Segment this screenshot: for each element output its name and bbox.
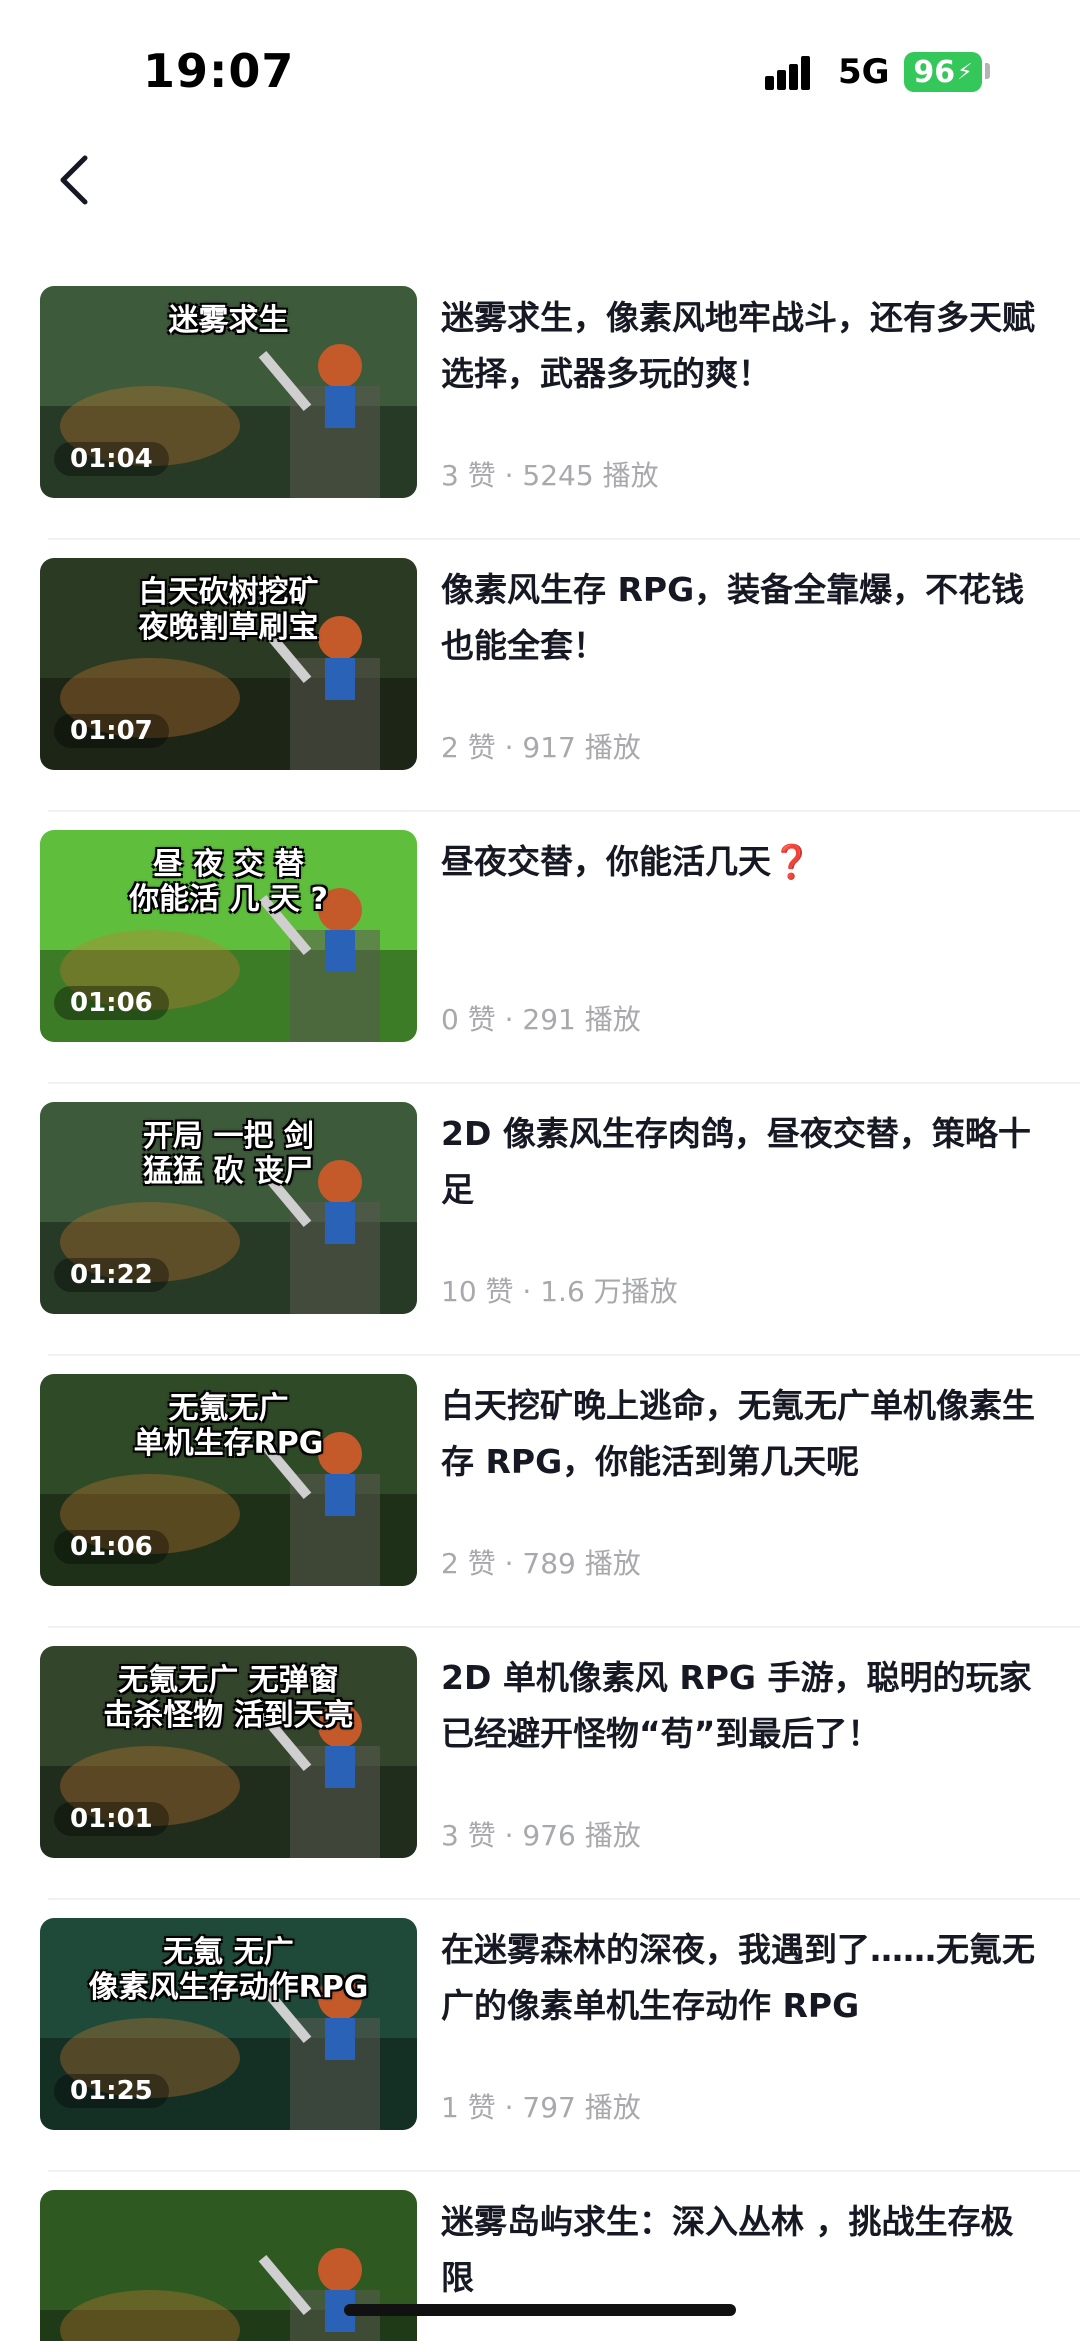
chevron-left-icon [60,155,88,205]
video-list-item[interactable]: 无氪无广 单机生存RPG 01:06 白天挖矿晚上逃命，无氪无广单机像素生存 RPG… [0,1356,1080,1628]
thumbnail-caption: 无氪 无广 像素风生存动作RPG [88,1935,369,2005]
video-title-text: 昼夜交替，你能活几天 [441,842,771,881]
status-time: 19:07 [143,44,295,98]
video-list-item[interactable]: 迷雾求生 01:04 迷雾求生，像素风地牢战斗，还有多天赋选择，武器多玩的爽！ 3 赞… [0,268,1080,540]
video-title-text: 迷雾求生，像素风地牢战斗，还有多天赋选择，武器多玩的爽！ [441,298,1035,393]
video-title[interactable]: 在迷雾森林的深夜，我遇到了……无氪无广的像素单机生存动作 RPG [441,1922,1041,2034]
video-stats: 3 赞 · 5245 播放 [441,459,659,492]
thumbnail-caption: 迷雾求生 [168,303,289,338]
signal-icon [765,56,821,90]
video-thumbnail[interactable]: 迷雾求生 01:04 [40,286,417,498]
network-label: 5G [838,52,890,92]
video-title-text: 像素风生存 RPG，装备全靠爆，不花钱也能全套！ [441,570,1025,665]
video-duration: 01:04 [54,442,169,476]
video-duration: 01:25 [54,2074,169,2108]
video-title-text: 白天挖矿晚上逃命，无氪无广单机像素生存 RPG，你能活到第几天呢 [441,1386,1035,1481]
video-title[interactable]: 白天挖矿晚上逃命，无氪无广单机像素生存 RPG，你能活到第几天呢 [441,1378,1041,1490]
video-duration: 01:07 [54,714,169,748]
video-title[interactable]: 2D 像素风生存肉鸽，昼夜交替，策略十足 [441,1106,1041,1218]
video-duration: 01:06 [54,986,169,1020]
video-title[interactable]: 迷雾求生，像素风地牢战斗，还有多天赋选择，武器多玩的爽！ [441,290,1041,402]
video-thumbnail[interactable]: 无氪无广 无弹窗 击杀怪物 活到天亮 01:01 [40,1646,417,1858]
battery-icon: 96 ⚡ [904,52,982,92]
video-list-item[interactable]: 无氪无广 无弹窗 击杀怪物 活到天亮 01:01 2D 单机像素风 RPG 手游，聪… [0,1628,1080,1900]
video-stats: 2 赞 · 917 播放 [441,731,641,764]
video-list-item[interactable]: 开局 一把 剑 猛猛 砍 丧尸 01:22 2D 像素风生存肉鸽，昼夜交替，策略十足… [0,1084,1080,1356]
thumbnail-caption: 无氪无广 无弹窗 击杀怪物 活到天亮 [103,1663,354,1733]
video-title-text: 在迷雾森林的深夜，我遇到了……无氪无广的像素单机生存动作 RPG [441,1930,1035,2025]
video-stats: 0 赞 · 291 播放 [441,1003,641,1036]
video-duration: 01:06 [54,1530,169,1564]
video-title-text: 迷雾岛屿求生：深入丛林 ，挑战生存极限 [441,2202,1014,2297]
video-stats: 1 赞 · 797 播放 [441,2091,641,2124]
video-duration: 01:22 [54,1258,169,1292]
status-bar: 19:07 5G 96 ⚡ [0,0,1080,140]
video-thumbnail[interactable] [40,2190,417,2341]
video-list: 迷雾求生 01:04 迷雾求生，像素风地牢战斗，还有多天赋选择，武器多玩的爽！ 3 赞… [0,268,1080,2341]
thumbnail-caption: 无氪无广 单机生存RPG [133,1391,324,1461]
video-title-text: 2D 单机像素风 RPG 手游，聪明的玩家已经避开怪物“苟”到最后了！ [441,1658,1032,1753]
video-stats: 3 赞 · 976 播放 [441,1819,641,1852]
video-title[interactable]: 2D 单机像素风 RPG 手游，聪明的玩家已经避开怪物“苟”到最后了！ [441,1650,1041,1762]
thumbnail-caption: 昼 夜 交 替 你能活 几 天 ? [129,847,328,917]
video-thumbnail[interactable]: 昼 夜 交 替 你能活 几 天 ? 01:06 [40,830,417,1042]
question-mark-emoji: ❓ [771,842,813,881]
thumbnail-caption: 白天砍树挖矿 夜晚割草刷宝 [138,575,319,645]
video-list-item[interactable]: 昼 夜 交 替 你能活 几 天 ? 01:06 昼夜交替，你能活几天❓ 0 赞 · 2… [0,812,1080,1084]
back-button[interactable] [40,140,110,220]
video-list-item[interactable]: 白天砍树挖矿 夜晚割草刷宝 01:07 像素风生存 RPG，装备全靠爆，不花钱也能全… [0,540,1080,812]
video-stats: 2 赞 · 789 播放 [441,1547,641,1580]
thumbnail-art [40,2190,417,2341]
video-thumbnail[interactable]: 白天砍树挖矿 夜晚割草刷宝 01:07 [40,558,417,770]
home-indicator [344,2304,736,2316]
video-title-text: 2D 像素风生存肉鸽，昼夜交替，策略十足 [441,1114,1031,1209]
video-title[interactable]: 昼夜交替，你能活几天❓ [441,834,1041,890]
thumbnail-caption: 开局 一把 剑 猛猛 砍 丧尸 [143,1119,314,1189]
battery-level: 96 [913,54,956,90]
video-thumbnail[interactable]: 无氪无广 单机生存RPG 01:06 [40,1374,417,1586]
video-list-item[interactable]: 无氪 无广 像素风生存动作RPG 01:25 在迷雾森林的深夜，我遇到了……无氪无广… [0,1900,1080,2172]
video-stats: 10 赞 · 1.6 万播放 [441,1275,678,1308]
video-title[interactable]: 迷雾岛屿求生：深入丛林 ，挑战生存极限 [441,2194,1041,2306]
battery-tip [985,63,990,79]
video-thumbnail[interactable]: 无氪 无广 像素风生存动作RPG 01:25 [40,1918,417,2130]
video-thumbnail[interactable]: 开局 一把 剑 猛猛 砍 丧尸 01:22 [40,1102,417,1314]
video-title[interactable]: 像素风生存 RPG，装备全靠爆，不花钱也能全套！ [441,562,1041,674]
video-duration: 01:01 [54,1802,169,1836]
